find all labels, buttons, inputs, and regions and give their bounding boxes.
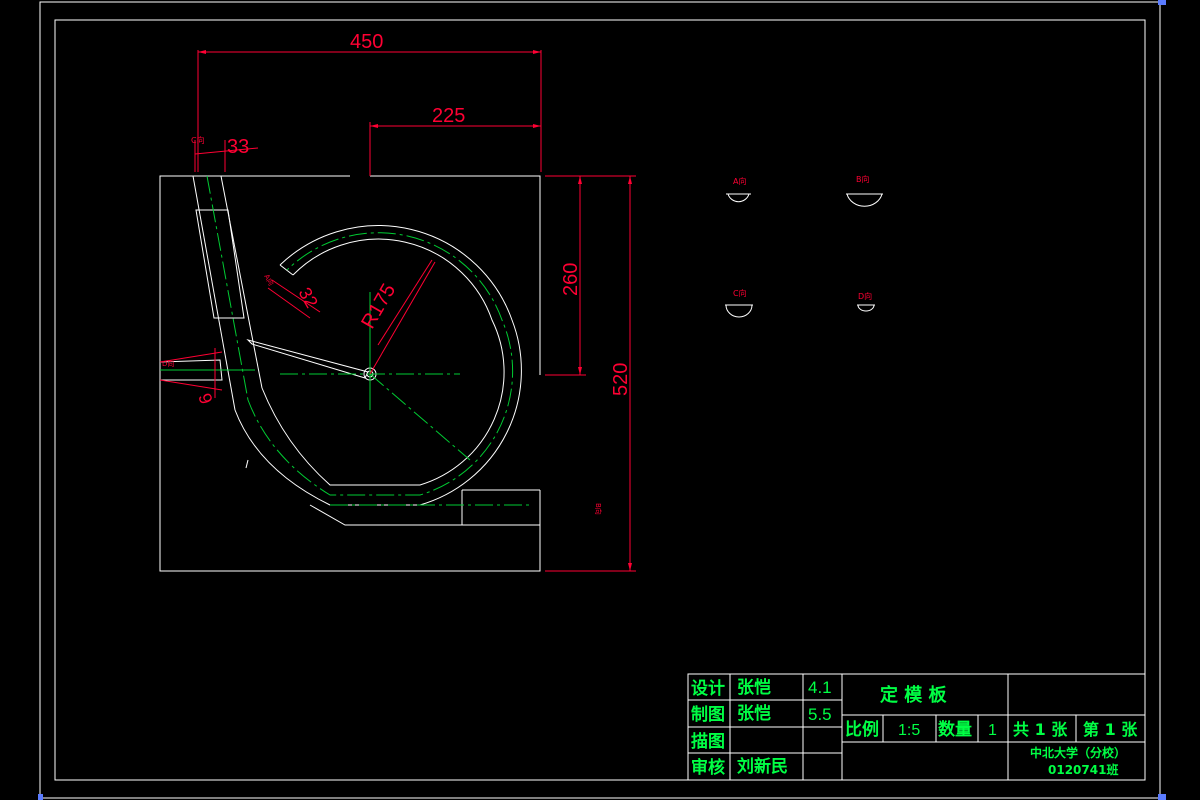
section-view-c: C向 [725, 288, 753, 318]
school-name: 中北大学（分校） [1030, 745, 1126, 760]
draw-name: 张恺 [737, 703, 771, 724]
dim-text-33: 33 [227, 136, 249, 158]
label-a-view-small: A向 [262, 273, 276, 288]
dim-text-r175: R175 [357, 280, 400, 332]
dim-text-520: 520 [610, 363, 632, 396]
draw-label: 制图 [691, 704, 725, 725]
section-view-b: B向 [846, 174, 883, 207]
label-b-view-side: B向 [594, 503, 603, 515]
label-c-view: C向 [733, 288, 747, 298]
label-a-view: A向 [733, 176, 746, 186]
label-d-view: D向 [858, 291, 872, 301]
dim-text-450: 450 [350, 31, 383, 53]
section-view-d: D向 [857, 291, 875, 312]
centerlines [160, 175, 530, 506]
review-name: 刘新民 [737, 756, 788, 777]
label-b-view: B向 [856, 174, 870, 184]
design-label: 设计 [691, 678, 725, 699]
total-sheets: 共 1 张 [1013, 720, 1068, 739]
dim-text-32: 32 [295, 284, 322, 311]
sheet-number: 第 1 张 [1083, 720, 1138, 739]
dimension-arrows [198, 50, 632, 571]
design-name: 张恺 [737, 677, 771, 698]
drawing-title: 定 模 板 [880, 684, 948, 706]
draw-date: 5.5 [808, 705, 832, 724]
dim-text-260: 260 [560, 263, 582, 296]
class-code: 0120741班 [1048, 762, 1118, 777]
label-c-view-small: C向 [191, 135, 205, 145]
review-label: 审核 [691, 757, 725, 778]
trace-label: 描图 [691, 731, 725, 752]
section-view-a: A向 [726, 176, 751, 203]
cad-drawing-canvas: 450 225 33 260 520 R175 32 9 C向 D向 A向 B向… [38, 0, 1166, 800]
scale-label: 比例 [845, 719, 879, 740]
scale-value: 1:5 [898, 722, 920, 739]
qty-value: 1 [988, 722, 997, 739]
dimension-lines [159, 50, 636, 572]
label-d-view-small: D向 [162, 359, 174, 368]
qty-label: 数量 [938, 719, 972, 740]
dim-text-225: 225 [432, 105, 465, 127]
design-date: 4.1 [808, 678, 832, 697]
dim-text-9: 9 [194, 391, 216, 407]
